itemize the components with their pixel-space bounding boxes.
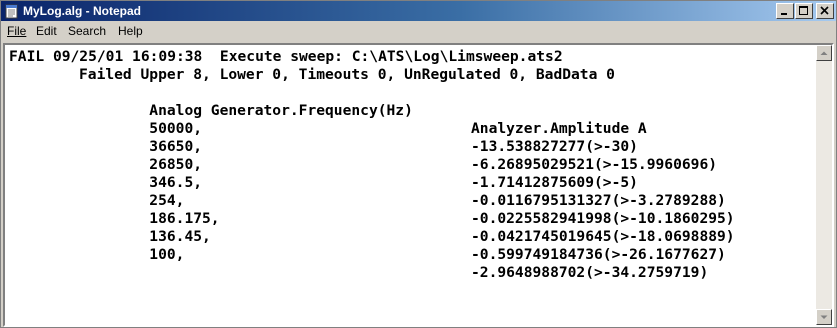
scroll-down-button[interactable] (816, 309, 832, 325)
amplitude-value: -2.9648988702(>-34.2759719) (471, 264, 709, 281)
maximize-icon (799, 6, 808, 15)
menu-file[interactable]: File (7, 24, 26, 39)
vertical-scrollbar[interactable] (816, 45, 832, 325)
window-title: MyLog.alg - Notepad (23, 4, 141, 18)
menu-bar: File Edit Search Help (1, 22, 836, 41)
log-date: 09/25/01 (52, 48, 124, 65)
frequency-value: 100, (149, 246, 185, 263)
window-controls (775, 3, 834, 19)
text-editor[interactable]: FAIL 09/25/01 16:09:38 Execute sweep: C:… (3, 43, 834, 327)
minimize-icon (781, 13, 787, 15)
log-header-line: FAIL 09/25/01 16:09:38 Execute sweep: C:… (9, 48, 563, 66)
menu-help-label: Help (118, 24, 143, 38)
arrow-down-icon (820, 315, 828, 319)
title-bar[interactable]: MyLog.alg - Notepad (1, 1, 836, 21)
log-status: FAIL (9, 48, 45, 65)
close-icon (820, 6, 829, 15)
log-summary: Failed Upper 8, Lower 0, Timeouts 0, UnR… (79, 66, 615, 83)
maximize-button[interactable] (795, 3, 813, 19)
menu-edit-label: Edit (36, 24, 57, 38)
minimize-button[interactable] (776, 3, 794, 19)
menu-help[interactable]: Help (118, 24, 143, 39)
menu-search[interactable]: Search (68, 24, 106, 39)
scroll-up-button[interactable] (816, 45, 832, 61)
log-path: C:\ATS\Log\Limsweep.ats2 (351, 48, 563, 65)
notepad-icon[interactable] (4, 3, 20, 19)
notepad-window: MyLog.alg - Notepad File Edit Search Hel… (0, 0, 837, 328)
menu-file-label: File (7, 24, 27, 38)
close-button[interactable] (816, 3, 834, 19)
menu-edit[interactable]: Edit (36, 24, 57, 39)
menu-search-label: Search (68, 24, 107, 38)
log-action: Execute sweep: (219, 48, 343, 65)
log-time: 16:09:38 (132, 48, 203, 65)
arrow-up-icon (820, 51, 828, 55)
log-text[interactable]: FAIL 09/25/01 16:09:38 Execute sweep: C:… (9, 48, 809, 324)
table-row: 100, -2.9648988702(>-34.2759719) (79, 228, 799, 300)
